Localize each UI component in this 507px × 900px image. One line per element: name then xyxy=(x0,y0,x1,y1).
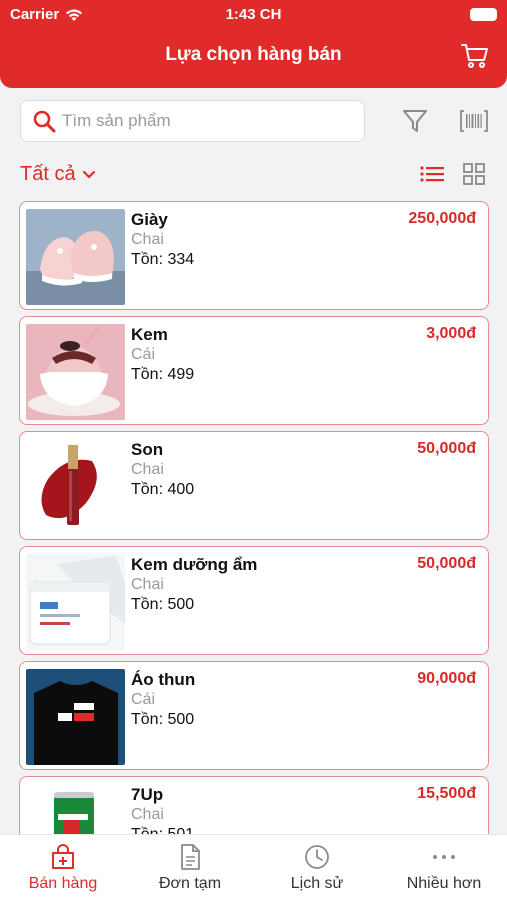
product-name: 7Up xyxy=(131,785,164,804)
product-image xyxy=(26,324,125,420)
product-unit: Chai xyxy=(131,806,164,823)
product-stock: Tồn: 334 xyxy=(131,251,195,268)
product-image xyxy=(26,439,125,535)
filter-icon[interactable] xyxy=(402,108,428,134)
product-image xyxy=(26,669,125,765)
battery-icon xyxy=(470,8,497,21)
clock-icon xyxy=(305,845,329,869)
product-unit: Chai xyxy=(131,576,164,593)
product-name: Kem dưỡng ẩm xyxy=(131,555,258,574)
barcode-scan-icon[interactable] xyxy=(460,110,488,132)
product-list: Giày Chai Tồn: 334 250,000đ Kem Cái Tồn:… xyxy=(0,201,507,834)
filter-row: Tất cả xyxy=(0,160,507,190)
product-price: 50,000đ xyxy=(417,440,476,457)
tab-label: Nhiều hơn xyxy=(406,875,482,892)
product-card[interactable]: Kem Cái Tồn: 499 3,000đ xyxy=(19,316,489,425)
search-icon xyxy=(33,110,56,133)
tab-ban-hang[interactable]: Bán hàng xyxy=(0,843,126,893)
list-view-icon[interactable] xyxy=(420,165,444,183)
product-stock: Tồn: 400 xyxy=(131,481,195,498)
shopping-bag-icon xyxy=(52,844,74,869)
product-price: 50,000đ xyxy=(417,555,476,572)
product-unit: Chai xyxy=(131,461,164,478)
product-name: Áo thun xyxy=(131,670,196,689)
product-name: Son xyxy=(131,440,164,459)
product-image xyxy=(26,784,125,834)
product-card[interactable]: 7Up Chai Tồn: 501 15,500đ xyxy=(19,776,489,834)
tab-nhieu-hon[interactable]: Nhiều hơn xyxy=(381,843,507,893)
product-price: 3,000đ xyxy=(426,325,476,342)
product-unit: Cái xyxy=(131,346,156,363)
tab-label: Đơn tạm xyxy=(158,875,222,892)
more-icon xyxy=(433,855,455,859)
tab-label: Lịch sử xyxy=(290,875,344,892)
app-header: Carrier 1:43 CH Lựa chọn hàng bán xyxy=(0,0,507,88)
tab-don-tam[interactable]: Đơn tạm xyxy=(127,843,253,893)
product-image xyxy=(26,554,125,650)
product-price: 90,000đ xyxy=(417,670,476,687)
product-image xyxy=(26,209,125,305)
product-name: Giày xyxy=(131,210,168,229)
product-stock: Tồn: 500 xyxy=(131,711,195,728)
document-icon xyxy=(181,844,200,870)
product-card[interactable]: Giày Chai Tồn: 334 250,000đ xyxy=(19,201,489,310)
page-title: Lựa chọn hàng bán xyxy=(165,44,342,65)
tab-label: Bán hàng xyxy=(28,875,98,892)
product-card[interactable]: Áo thun Cái Tồn: 500 90,000đ xyxy=(19,661,489,770)
product-stock: Tồn: 501 xyxy=(131,826,194,834)
product-price: 15,500đ xyxy=(417,785,476,802)
category-dropdown[interactable]: Tất cả xyxy=(20,163,96,186)
search-box[interactable] xyxy=(20,100,365,142)
chevron-down-icon xyxy=(82,170,95,179)
search-input[interactable] xyxy=(62,111,342,131)
product-stock: Tồn: 499 xyxy=(131,366,195,383)
product-card[interactable]: Kem dưỡng ẩm Chai Tồn: 500 50,000đ xyxy=(19,546,489,655)
bottom-tab-bar: Bán hàng Đơn tạm Lịch sử Nhiều hơn xyxy=(0,834,507,900)
status-bar: Carrier 1:43 CH xyxy=(10,6,497,24)
product-price: 250,000đ xyxy=(408,210,476,227)
tab-lich-su[interactable]: Lịch sử xyxy=(254,843,380,893)
product-card[interactable]: Son Chai Tồn: 400 50,000đ xyxy=(19,431,489,540)
category-label: Tất cả xyxy=(20,163,76,185)
search-row xyxy=(0,100,507,142)
product-unit: Chai xyxy=(131,231,164,248)
product-name: Kem xyxy=(131,325,168,344)
cart-icon[interactable] xyxy=(461,43,489,69)
status-time: 1:43 CH xyxy=(225,6,282,23)
product-unit: Cái xyxy=(131,691,156,708)
product-stock: Tồn: 500 xyxy=(131,596,195,613)
grid-view-icon[interactable] xyxy=(463,163,485,185)
